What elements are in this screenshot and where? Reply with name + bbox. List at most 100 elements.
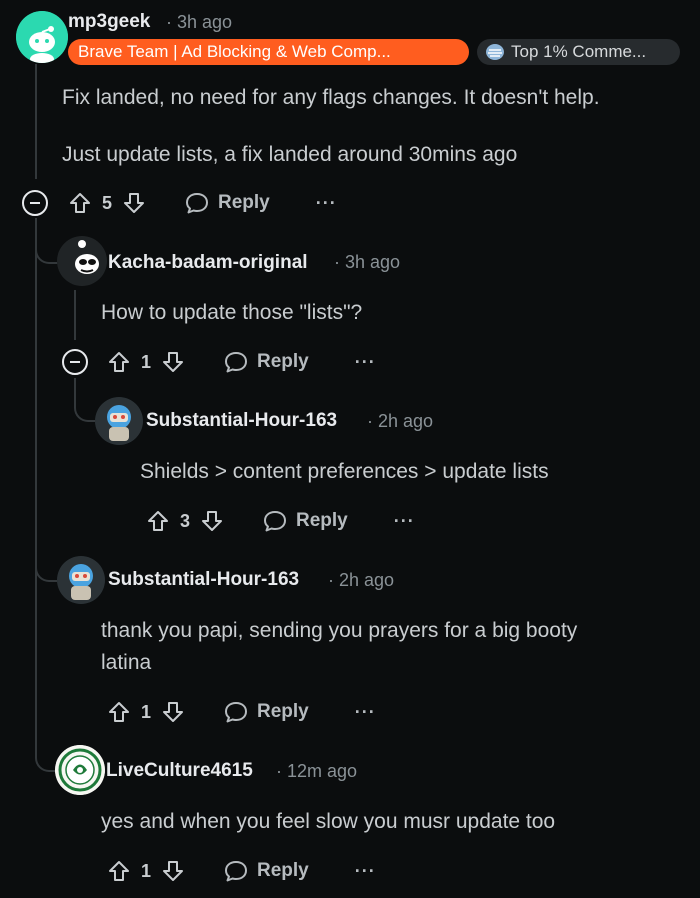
thread-line-nested: [74, 290, 76, 340]
vote-count: 5: [101, 192, 112, 213]
comment-actions: 1 Reply ···: [105, 344, 376, 380]
comment-paragraph: How to update those "lists"?: [101, 301, 363, 324]
comment-body: thank you papi, sending you prayers for …: [101, 615, 681, 679]
comment-body: Shields > content preferences > update l…: [140, 456, 685, 488]
username[interactable]: mp3geek: [68, 11, 150, 33]
more-options-button[interactable]: ···: [355, 352, 376, 373]
downvote-button[interactable]: [198, 507, 226, 535]
speech-bubble-icon: [225, 702, 247, 723]
speech-bubble-icon: [225, 352, 247, 373]
reply-button[interactable]: Reply: [223, 859, 309, 883]
username[interactable]: LiveCulture4615: [106, 760, 253, 782]
upvote-arrow-icon: [70, 193, 90, 213]
reply-label: Reply: [296, 510, 348, 531]
reply-label: Reply: [257, 351, 309, 372]
vote-count: 1: [140, 351, 151, 372]
comment-body: How to update those "lists"?: [101, 297, 681, 329]
comment-paragraph: Shields > content preferences > update l…: [140, 460, 549, 483]
user-flair[interactable]: Brave Team | Ad Blocking & Web Comp...: [68, 39, 469, 65]
reply-label: Reply: [257, 701, 309, 722]
downvote-arrow-icon: [163, 861, 183, 881]
timestamp: · 12m ago: [276, 761, 358, 781]
downvote-button[interactable]: [159, 348, 187, 376]
reply-button[interactable]: Reply: [262, 509, 348, 533]
time-text: 2h ago: [378, 411, 434, 431]
upvote-arrow-icon: [109, 861, 129, 881]
comment-actions: 3 Reply ···: [144, 503, 415, 539]
more-options-button[interactable]: ···: [355, 702, 376, 723]
collapse-thread-button[interactable]: [22, 190, 48, 216]
reply-button[interactable]: Reply: [223, 700, 309, 724]
comment-actions: 1 Reply ···: [105, 694, 376, 730]
time-text: 2h ago: [339, 570, 395, 590]
more-options-button[interactable]: ···: [316, 193, 337, 214]
seal-avatar-icon: [55, 745, 105, 795]
username[interactable]: Kacha-badam-original: [108, 252, 308, 274]
comment-paragraph: thank you papi, sending you prayers for …: [101, 619, 578, 642]
reply-button[interactable]: Reply: [184, 191, 270, 215]
badge-text: Top 1% Comme...: [511, 42, 647, 61]
time-text: 3h ago: [345, 252, 401, 272]
upvote-button[interactable]: [66, 189, 94, 217]
thread-elbow: [35, 540, 59, 582]
robot-avatar-icon: [95, 397, 143, 445]
timestamp: · 2h ago: [367, 411, 434, 431]
robot-avatar-icon: [57, 556, 105, 604]
upvote-arrow-icon: [109, 352, 129, 372]
downvote-arrow-icon: [163, 352, 183, 372]
more-options-button[interactable]: ···: [355, 861, 376, 882]
comment-actions: 5 Reply ···: [66, 185, 337, 221]
downvote-button[interactable]: [159, 698, 187, 726]
downvote-arrow-icon: [202, 511, 222, 531]
reply-button[interactable]: Reply: [223, 350, 309, 374]
flair-text: Brave Team | Ad Blocking & Web Comp...: [78, 42, 391, 61]
snoo-avatar-icon: [16, 11, 68, 63]
avatar[interactable]: [55, 745, 105, 795]
downvote-button[interactable]: [159, 857, 187, 885]
thread-elbow: [35, 218, 59, 264]
avatar[interactable]: [16, 11, 68, 63]
time-text: 12m ago: [287, 761, 358, 781]
upvote-arrow-icon: [109, 702, 129, 722]
downvote-arrow-icon: [124, 193, 144, 213]
comment-paragraph: Fix landed, no need for any flags change…: [62, 86, 600, 109]
avatar[interactable]: [57, 236, 107, 286]
upvote-button[interactable]: [105, 857, 133, 885]
comment-paragraph: Just update lists, a fix landed around 3…: [62, 143, 518, 166]
comment-body: yes and when you feel slow you musr upda…: [101, 806, 681, 838]
username[interactable]: Substantial-Hour-163: [146, 410, 337, 432]
thread-line-main-continued: [35, 218, 37, 748]
upvote-button[interactable]: [105, 698, 133, 726]
collapse-thread-button[interactable]: [62, 349, 88, 375]
username[interactable]: Substantial-Hour-163: [108, 569, 299, 591]
avatar[interactable]: [57, 556, 105, 604]
timestamp: · 3h ago: [166, 12, 233, 32]
thread-line-main: [35, 64, 37, 179]
upvote-button[interactable]: [144, 507, 172, 535]
upvote-button[interactable]: [105, 348, 133, 376]
time-text: 3h ago: [177, 12, 233, 32]
avatar[interactable]: [95, 397, 143, 445]
speech-bubble-icon: [225, 861, 247, 882]
timestamp: · 3h ago: [334, 252, 401, 272]
downvote-button[interactable]: [120, 189, 148, 217]
comment-paragraph: yes and when you feel slow you musr upda…: [101, 810, 556, 833]
vote-count: 3: [179, 510, 190, 531]
timestamp: · 2h ago: [328, 570, 395, 590]
reply-label: Reply: [257, 860, 309, 881]
comment-actions: 1 Reply ···: [105, 853, 376, 889]
top-commenter-badge[interactable]: Top 1% Comme...: [477, 39, 680, 65]
reply-label: Reply: [218, 192, 270, 213]
upvote-arrow-icon: [148, 511, 168, 531]
vote-count: 1: [140, 860, 151, 881]
speech-bubble-icon: [186, 193, 208, 214]
more-options-button[interactable]: ···: [394, 511, 415, 532]
speech-bubble-icon: [264, 511, 286, 532]
badge-icon: [486, 44, 504, 60]
downvote-arrow-icon: [163, 702, 183, 722]
comment-paragraph: latina: [101, 651, 152, 674]
thread-elbow: [74, 378, 98, 422]
comment-body: Fix landed, no need for any flags change…: [62, 82, 682, 171]
panda-avatar-icon: [57, 236, 107, 286]
vote-count: 1: [140, 701, 151, 722]
